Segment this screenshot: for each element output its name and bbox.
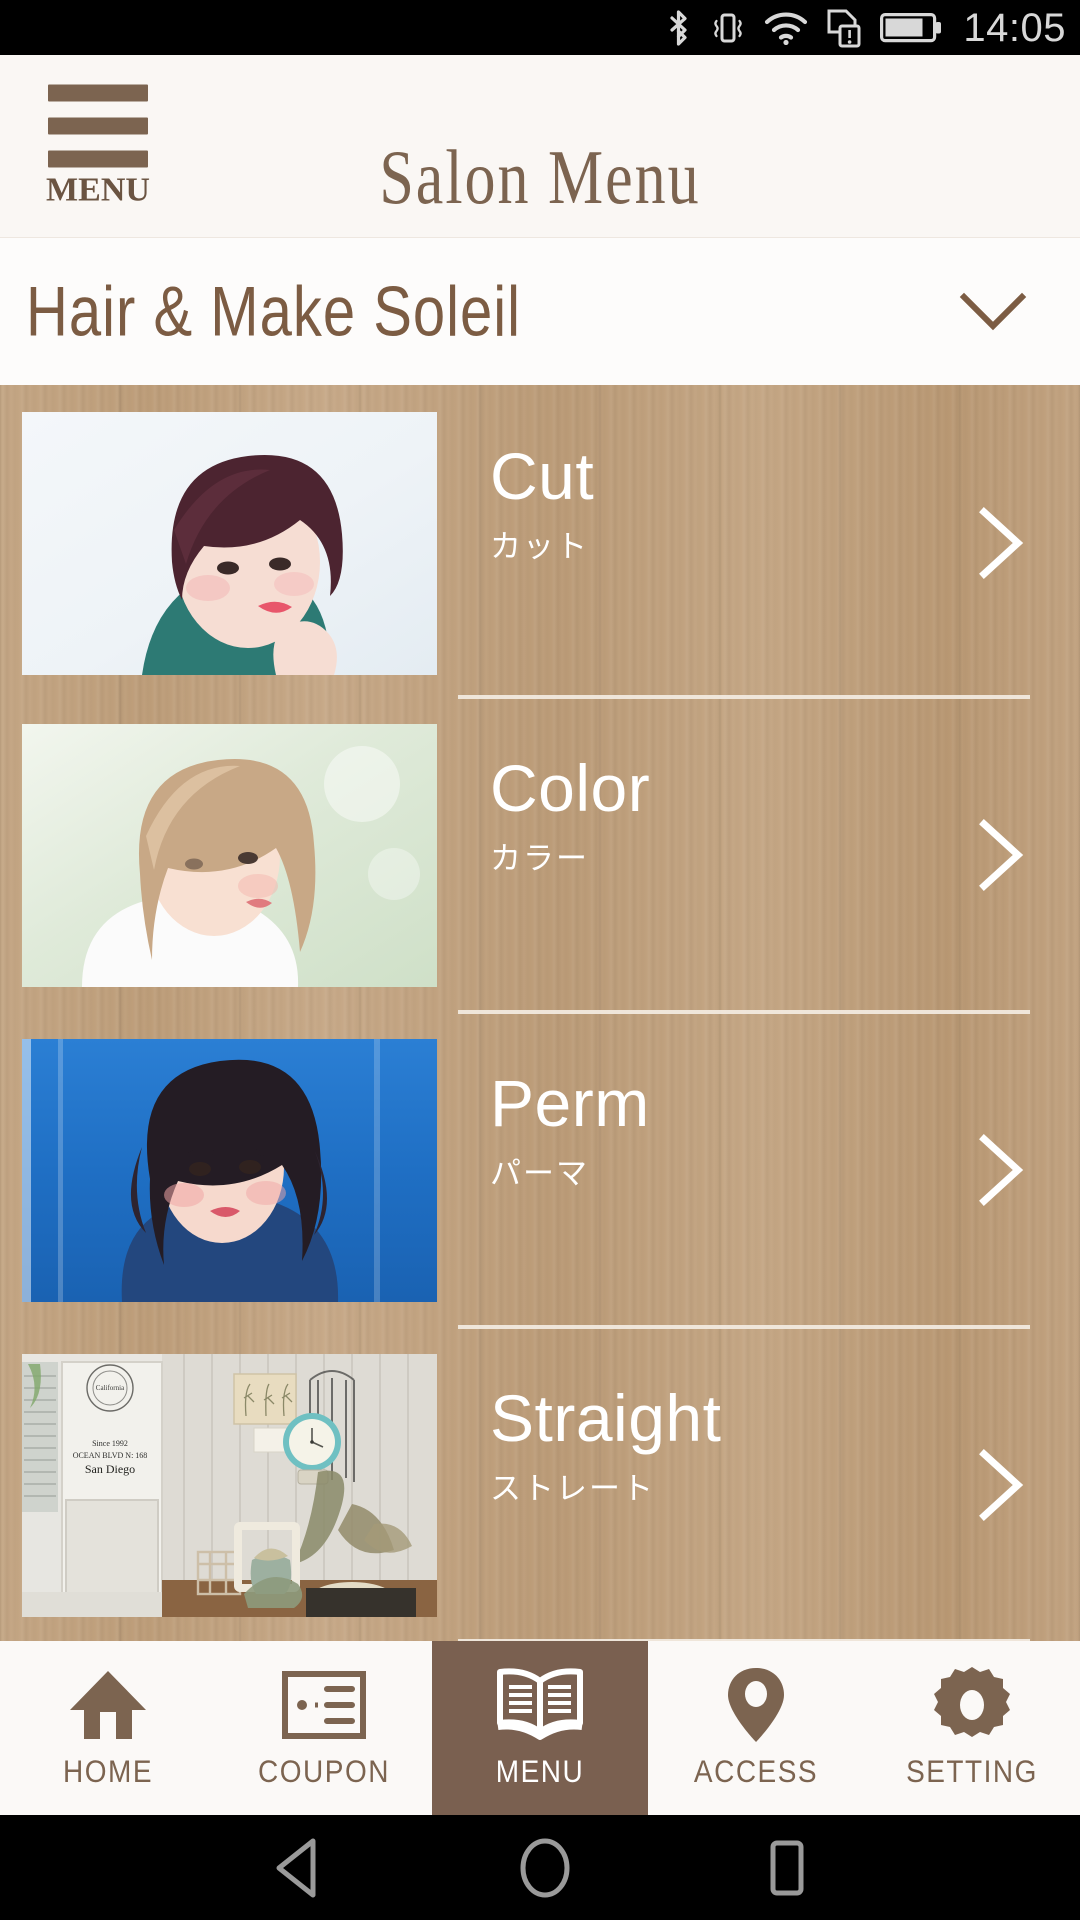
android-navigation-bar bbox=[0, 1815, 1080, 1920]
hairstyle-short-bob-photo bbox=[22, 412, 437, 675]
menu-item-title-ja: カット bbox=[490, 529, 589, 564]
menu-thumbnail[interactable] bbox=[22, 412, 437, 675]
nav-tab-label: COUPON bbox=[258, 1754, 390, 1789]
home-icon bbox=[66, 1668, 150, 1742]
menu-list: Cut カット Color カラー Perm パーマ California Si… bbox=[0, 385, 1080, 1641]
recents-button[interactable] bbox=[763, 1838, 811, 1898]
menu-row-perm[interactable]: Perm パーマ bbox=[0, 1012, 1080, 1326]
nav-tab-label: ACCESS bbox=[693, 1754, 819, 1789]
menu-thumbnail[interactable] bbox=[22, 1039, 437, 1302]
circle-icon bbox=[520, 1838, 570, 1897]
menu-row-text: Straight ストレート bbox=[490, 1385, 1050, 1504]
page-title: Salon Menu bbox=[379, 135, 701, 221]
nav-tab-access[interactable]: ACCESS bbox=[648, 1641, 864, 1815]
sdcard-warning-icon bbox=[825, 8, 863, 48]
triangle-left-icon bbox=[276, 1838, 316, 1897]
gear-icon bbox=[932, 1667, 1012, 1742]
bottom-navigation: HOME COUPON MENU ACCESS SETTING bbox=[0, 1641, 1080, 1815]
ticket-icon bbox=[282, 1668, 366, 1742]
map-pin-icon bbox=[725, 1668, 787, 1742]
menu-item-title-en: Straight bbox=[490, 1381, 722, 1455]
bluetooth-icon bbox=[665, 9, 692, 47]
menu-item-title-en: Perm bbox=[490, 1066, 650, 1140]
back-button[interactable] bbox=[269, 1837, 327, 1899]
salon-interior-photo: California Since 1992 OCEAN BLVD N: 168 … bbox=[22, 1354, 437, 1617]
battery-icon bbox=[880, 11, 942, 44]
chevron-right-icon[interactable] bbox=[974, 505, 1028, 581]
status-clock: 14:05 bbox=[963, 5, 1066, 50]
phone-screen: 14:05 MENU Salon Menu Hair & Make Soleil bbox=[0, 0, 1080, 1920]
wifi-icon bbox=[764, 11, 808, 45]
hamburger-icon-bar-2 bbox=[48, 117, 148, 135]
svg-text:San Diego: San Diego bbox=[85, 1462, 135, 1476]
hairstyle-beige-medium-photo bbox=[22, 724, 437, 987]
nav-tab-label: MENU bbox=[495, 1754, 585, 1789]
menu-row-cut[interactable]: Cut カット bbox=[0, 385, 1080, 697]
status-bar: 14:05 bbox=[0, 0, 1080, 55]
app-header: MENU Salon Menu bbox=[0, 55, 1080, 238]
nav-tab-home[interactable]: HOME bbox=[0, 1641, 216, 1815]
salon-name: Hair & Make Soleil bbox=[26, 271, 522, 352]
svg-text:OCEAN BLVD N: 168: OCEAN BLVD N: 168 bbox=[73, 1451, 148, 1460]
menu-row-straight[interactable]: California Since 1992 OCEAN BLVD N: 168 … bbox=[0, 1327, 1080, 1641]
chevron-right-icon[interactable] bbox=[974, 1132, 1028, 1208]
hairstyle-wavy-dark-photo bbox=[22, 1039, 437, 1302]
svg-text:Since 1992: Since 1992 bbox=[92, 1439, 128, 1448]
square-icon bbox=[770, 1840, 804, 1895]
menu-row-text: Perm パーマ bbox=[490, 1070, 1050, 1189]
nav-tab-coupon[interactable]: COUPON bbox=[216, 1641, 432, 1815]
menu-item-title-ja: ストレート bbox=[490, 1471, 655, 1506]
chevron-down-icon[interactable] bbox=[958, 290, 1028, 334]
chevron-right-icon[interactable] bbox=[974, 1447, 1028, 1523]
nav-tab-setting[interactable]: SETTING bbox=[864, 1641, 1080, 1815]
menu-thumbnail[interactable]: California Since 1992 OCEAN BLVD N: 168 … bbox=[22, 1354, 437, 1617]
nav-tab-label: HOME bbox=[63, 1754, 153, 1789]
menu-thumbnail[interactable] bbox=[22, 724, 437, 987]
menu-item-title-en: Cut bbox=[490, 439, 595, 513]
salon-selector[interactable]: Hair & Make Soleil bbox=[0, 238, 1080, 385]
menu-row-text: Cut カット bbox=[490, 443, 1050, 562]
menu-item-title-ja: パーマ bbox=[490, 1156, 589, 1191]
chevron-right-icon[interactable] bbox=[974, 817, 1028, 893]
menu-row-text: Color カラー bbox=[490, 755, 1050, 874]
hamburger-icon-bar-1 bbox=[48, 84, 148, 102]
nav-tab-label: SETTING bbox=[906, 1754, 1038, 1789]
menu-row-color[interactable]: Color カラー bbox=[0, 697, 1080, 1011]
menu-item-title-en: Color bbox=[490, 751, 651, 825]
nav-tab-menu[interactable]: MENU bbox=[432, 1641, 648, 1815]
svg-text:California: California bbox=[96, 1384, 125, 1392]
menu-item-title-ja: カラー bbox=[490, 841, 589, 876]
home-button[interactable] bbox=[517, 1836, 573, 1900]
open-book-icon bbox=[495, 1668, 585, 1742]
vibrate-icon bbox=[709, 9, 747, 47]
